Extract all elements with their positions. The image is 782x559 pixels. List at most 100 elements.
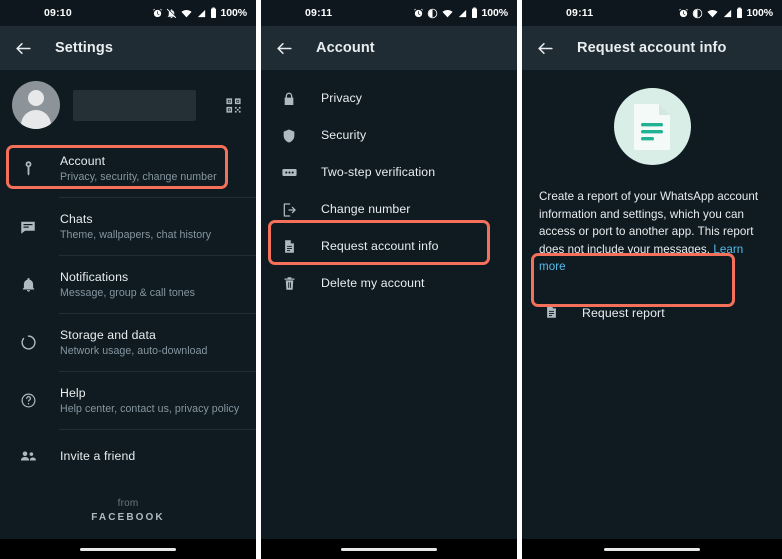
app-bar-account: Account: [261, 26, 517, 70]
battery-percent: 100%: [220, 7, 248, 19]
notifications-muted-icon: [166, 7, 177, 19]
brand-name: FACEBOOK: [91, 512, 165, 523]
page-title: Account: [316, 40, 375, 56]
status-icons: 100%: [152, 7, 247, 19]
account-item-title: Privacy: [321, 91, 363, 105]
status-time: 09:11: [566, 7, 594, 19]
qr-code-icon[interactable]: [225, 97, 242, 114]
account-item-title: Delete my account: [321, 276, 425, 290]
gesture-bar[interactable]: [604, 547, 700, 551]
settings-item-help[interactable]: Help Help center, contact us, privacy po…: [0, 372, 256, 429]
panel-account: 09:11 100% Account Privacy Security Two-…: [261, 0, 517, 559]
settings-item-text: Chats Theme, wallpapers, chat history: [60, 212, 211, 242]
settings-item-subtitle: Privacy, security, change number: [60, 170, 217, 183]
account-item-text: Privacy: [321, 91, 362, 106]
settings-item-subtitle: Help center, contact us, privacy policy: [60, 402, 240, 415]
account-list: Privacy Security Two-step verification C…: [261, 70, 517, 421]
settings-item-title: Account: [60, 153, 106, 168]
document-icon: [277, 239, 301, 254]
avatar[interactable]: [12, 81, 60, 129]
battery-percent: 100%: [746, 7, 774, 19]
back-arrow-icon[interactable]: [14, 39, 33, 58]
status-time: 09:10: [44, 7, 72, 19]
status-bar: 09:11 100%: [522, 0, 782, 26]
back-arrow-icon[interactable]: [536, 39, 555, 58]
battery-icon: [210, 7, 217, 19]
people-icon: [16, 447, 40, 465]
settings-item-title: Storage and data: [60, 327, 156, 342]
key-icon: [16, 160, 40, 177]
account-item-request-account-info[interactable]: Request account info: [261, 228, 517, 265]
screenshot-stage: 09:10 100% Settings Account Privacy, sec…: [0, 0, 782, 559]
system-nav-bar: [0, 539, 256, 559]
settings-item-chats[interactable]: Chats Theme, wallpapers, chat history: [0, 198, 256, 255]
battery-icon: [736, 7, 743, 19]
storage-icon: [16, 334, 40, 351]
gesture-bar[interactable]: [80, 547, 176, 551]
account-item-title: Security: [321, 128, 367, 142]
account-item-change-number[interactable]: Change number: [261, 191, 517, 228]
account-item-two-step-verification[interactable]: Two-step verification: [261, 154, 517, 191]
status-icons: 100%: [678, 7, 773, 19]
account-item-text: Security: [321, 128, 366, 143]
settings-item-text: Account Privacy, security, change number: [60, 154, 217, 184]
account-item-title: Two-step verification: [321, 165, 436, 179]
battery-percent: 100%: [481, 7, 509, 19]
exit-icon: [277, 202, 301, 218]
settings-item-text: Invite a friend: [60, 449, 135, 464]
account-item-text: Delete my account: [321, 276, 425, 291]
settings-item-title: Help: [60, 385, 86, 400]
settings-item-storage-and-data[interactable]: Storage and data Network usage, auto-dow…: [0, 314, 256, 371]
settings-item-title: Notifications: [60, 269, 129, 284]
gesture-bar[interactable]: [341, 547, 437, 551]
account-item-text: Request account info: [321, 239, 439, 254]
settings-item-subtitle: Message, group & call tones: [60, 286, 196, 299]
footer-branding: from FACEBOOK: [0, 498, 256, 523]
profile-row[interactable]: [0, 70, 256, 140]
page-title: Request account info: [577, 40, 727, 56]
settings-list: Account Privacy, security, change number…: [0, 140, 256, 531]
account-item-privacy[interactable]: Privacy: [261, 80, 517, 117]
document-illustration-icon: [613, 88, 691, 165]
account-item-title: Request account info: [321, 239, 439, 253]
settings-item-notifications[interactable]: Notifications Message, group & call tone…: [0, 256, 256, 313]
page-title: Settings: [55, 40, 113, 56]
dnd-icon: [427, 8, 438, 19]
alarm-icon: [413, 8, 424, 19]
settings-item-title: Invite a friend: [60, 448, 136, 463]
status-icons: 100%: [413, 7, 508, 19]
wifi-icon: [441, 8, 454, 19]
description-text: Create a report of your WhatsApp account…: [522, 188, 782, 276]
hero-illustration: [522, 88, 782, 165]
settings-item-title: Chats: [60, 211, 93, 226]
account-item-text: Two-step verification: [321, 165, 435, 180]
trash-icon: [277, 276, 301, 291]
panel-request-account-info: 09:11 100% Request account info Create a…: [522, 0, 782, 559]
account-item-delete-my-account[interactable]: Delete my account: [261, 265, 517, 302]
request-report-label: Request report: [582, 306, 665, 320]
back-arrow-icon[interactable]: [275, 39, 294, 58]
system-nav-bar: [522, 539, 782, 559]
system-nav-bar: [261, 539, 517, 559]
settings-item-subtitle: Network usage, auto-download: [60, 344, 208, 357]
wifi-icon: [706, 8, 719, 19]
battery-icon: [471, 7, 478, 19]
account-item-text: Change number: [321, 202, 411, 217]
from-label: from: [117, 498, 139, 509]
settings-item-account[interactable]: Account Privacy, security, change number: [0, 140, 256, 197]
account-item-security[interactable]: Security: [261, 117, 517, 154]
signal-icon: [457, 8, 468, 19]
settings-item-text: Help Help center, contact us, privacy po…: [60, 386, 239, 416]
chat-icon: [16, 218, 40, 236]
alarm-icon: [678, 8, 689, 19]
settings-item-invite-a-friend[interactable]: Invite a friend: [0, 436, 256, 476]
request-report-button[interactable]: Request report: [522, 294, 782, 334]
app-bar-request-account-info: Request account info: [522, 26, 782, 70]
help-icon: [16, 392, 40, 409]
settings-item-subtitle: Theme, wallpapers, chat history: [60, 228, 212, 241]
settings-item-text: Storage and data Network usage, auto-dow…: [60, 328, 207, 358]
wifi-icon: [180, 8, 193, 19]
